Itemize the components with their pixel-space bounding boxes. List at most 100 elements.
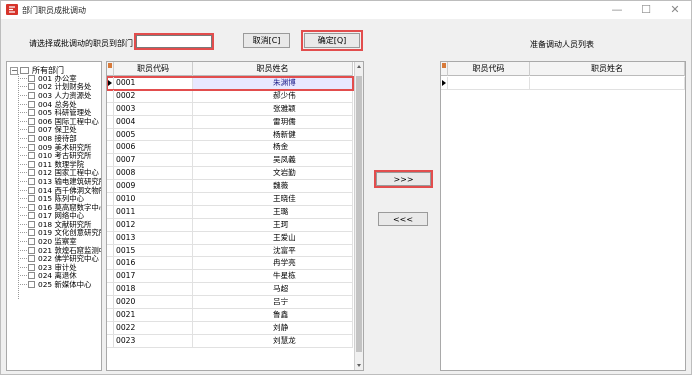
table-row[interactable]: 0011 王璐 [107, 205, 353, 219]
corner-marker-icon [108, 63, 112, 68]
table-row[interactable]: 0021 鲁鑫 [107, 309, 353, 322]
table-row[interactable]: 0015 沈富平 [107, 244, 353, 258]
column-header-code[interactable]: 职员代码 [114, 62, 193, 76]
employee-code-cell[interactable]: 0021 [114, 309, 193, 321]
employee-code-cell[interactable]: 0016 [114, 257, 193, 270]
table-row[interactable]: 0007 吴凤義 [107, 154, 353, 168]
tree-connector [20, 258, 27, 260]
employee-name-cell[interactable]: 杨新健 [193, 128, 353, 141]
employee-code-cell[interactable]: 0004 [114, 115, 193, 128]
employee-code-cell[interactable] [448, 77, 530, 89]
employee-code-cell[interactable]: 0022 [114, 321, 193, 334]
employee-name-cell[interactable]: 文岩勤 [193, 167, 353, 180]
ready-list-grid[interactable]: 职员代码 职员姓名 [440, 61, 686, 371]
table-row[interactable]: 0001 朱渊博 [107, 76, 354, 91]
employee-name-cell[interactable]: 魏薇 [193, 180, 353, 193]
row-indicator [107, 283, 114, 296]
target-dept-field[interactable] [134, 33, 214, 50]
employee-name-cell[interactable]: 吕宁 [193, 296, 353, 309]
employee-name-cell[interactable]: 鲁鑫 [193, 309, 353, 321]
table-row[interactable]: 0013 王爱山 [107, 231, 353, 245]
employee-name-cell[interactable]: 王璐 [193, 205, 353, 218]
tree-connector [20, 249, 27, 251]
table-row[interactable]: 0003 张雅颖 [107, 102, 353, 116]
table-row[interactable]: 0004 雷玥儒 [107, 115, 353, 129]
scroll-thumb[interactable] [356, 76, 362, 352]
employee-code-cell[interactable]: 0009 [114, 180, 193, 193]
employee-name-cell[interactable]: 马超 [193, 283, 353, 296]
column-header-name[interactable]: 职员姓名 [193, 62, 353, 76]
column-header-code[interactable]: 职员代码 [448, 62, 530, 76]
scroll-up-icon[interactable] [357, 65, 361, 68]
table-row[interactable]: 0016 冉学亮 [107, 257, 353, 271]
employee-code-cell[interactable]: 0005 [114, 128, 193, 141]
employee-name-cell[interactable]: 王爱山 [193, 231, 353, 244]
employee-code-cell[interactable]: 0017 [114, 270, 193, 283]
employee-code-cell[interactable]: 0007 [114, 154, 193, 167]
collapse-icon[interactable]: − [10, 66, 18, 75]
confirm-button[interactable]: 确定[Q] [301, 30, 363, 51]
employee-name-cell[interactable]: 沈富平 [193, 244, 353, 257]
tree-connector [20, 189, 27, 191]
move-right-button[interactable]: >>> [374, 170, 433, 188]
table-row[interactable]: 0022 刘静 [107, 321, 353, 335]
table-row[interactable]: 0017 牛星栋 [107, 270, 353, 284]
employee-grid[interactable]: 职员代码 职员姓名 0001 朱渊博 0002 郝少伟 0003 张雅颖 0004 雷玥儒 00… [106, 61, 364, 371]
department-tree[interactable]: − 所有部门 001 办公室 002 计划财务处 003 人力资源处 004 总务处 0… [6, 61, 102, 371]
tree-connector [20, 120, 27, 122]
employee-name-cell[interactable]: 张雅颖 [193, 102, 353, 115]
employee-grid-scrollbar[interactable] [354, 62, 363, 370]
employee-name-cell[interactable]: 王晓佳 [193, 193, 353, 205]
app-logo-icon [6, 4, 18, 15]
employee-code-cell[interactable]: 0003 [114, 102, 193, 115]
employee-name-cell[interactable]: 吴凤義 [193, 154, 353, 167]
table-row[interactable] [441, 77, 685, 90]
folder-icon [20, 67, 29, 74]
scroll-down-icon[interactable] [357, 364, 361, 367]
department-icon [28, 117, 35, 125]
employee-name-cell[interactable]: 冉学亮 [193, 257, 353, 270]
department-icon [28, 272, 35, 280]
close-button[interactable]: ✕ [664, 3, 686, 17]
employee-name-cell[interactable]: 雷玥儒 [193, 115, 353, 128]
minimize-button[interactable]: — [606, 3, 628, 17]
department-icon [28, 281, 35, 289]
employee-code-cell[interactable]: 0012 [114, 218, 193, 231]
employee-code-cell[interactable]: 0006 [114, 141, 193, 154]
employee-name-cell[interactable] [530, 77, 685, 89]
maximize-button[interactable]: ☐ [635, 3, 657, 17]
table-row[interactable]: 0006 杨金 [107, 141, 353, 155]
table-row[interactable]: 0008 文岩勤 [107, 167, 353, 181]
employee-name-cell[interactable]: 郝少伟 [193, 89, 353, 102]
employee-code-cell[interactable]: 0018 [114, 283, 193, 296]
employee-name-cell[interactable]: 朱渊博 [193, 77, 353, 89]
employee-code-cell[interactable]: 0010 [114, 193, 193, 205]
employee-code-cell[interactable]: 0008 [114, 167, 193, 180]
cancel-button[interactable]: 取消[C] [243, 33, 290, 48]
column-header-name[interactable]: 职员姓名 [530, 62, 685, 76]
table-row[interactable]: 0002 郝少伟 [107, 89, 353, 103]
employee-code-cell[interactable]: 0020 [114, 296, 193, 309]
employee-code-cell[interactable]: 0023 [114, 334, 193, 347]
employee-name-cell[interactable]: 牛星栋 [193, 270, 353, 283]
table-row[interactable]: 0010 王晓佳 [107, 193, 353, 206]
employee-code-cell[interactable]: 0001 [114, 77, 193, 89]
employee-code-cell[interactable]: 0013 [114, 231, 193, 244]
table-row[interactable]: 0020 吕宁 [107, 296, 353, 310]
employee-name-cell[interactable]: 刘静 [193, 321, 353, 334]
table-row[interactable]: 0023 刘慧龙 [107, 334, 353, 348]
tree-item[interactable]: 025 新媒体中心 [20, 280, 101, 289]
employee-name-cell[interactable]: 杨金 [193, 141, 353, 154]
table-row[interactable]: 0018 马超 [107, 283, 353, 297]
employee-name-cell[interactable]: 刘慧龙 [193, 334, 353, 347]
move-left-button[interactable]: <<< [378, 212, 428, 226]
employee-code-cell[interactable]: 0002 [114, 89, 193, 102]
employee-code-cell[interactable]: 0015 [114, 244, 193, 257]
employee-name-cell[interactable]: 王珂 [193, 218, 353, 231]
row-indicator [107, 77, 114, 89]
table-row[interactable]: 0012 王珂 [107, 218, 353, 232]
table-row[interactable]: 0009 魏薇 [107, 180, 353, 194]
tree-connector [20, 103, 27, 105]
table-row[interactable]: 0005 杨新健 [107, 128, 353, 142]
employee-code-cell[interactable]: 0011 [114, 205, 193, 218]
